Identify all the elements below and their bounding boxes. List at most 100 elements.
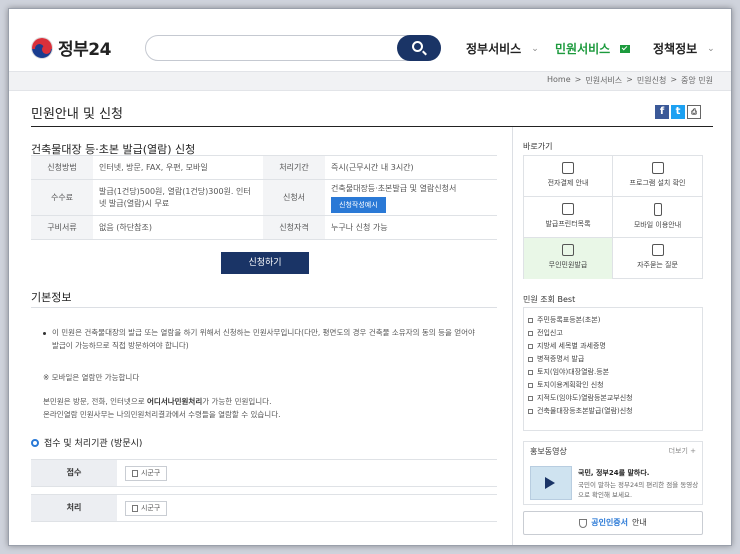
table-row: 구비서류 없음 (하단참조) 신청자격 누구나 신청 가능 (31, 215, 497, 240)
section-ring-icon (31, 438, 39, 447)
agency-tag[interactable]: 시군구 (125, 466, 168, 481)
printer-icon (562, 203, 574, 215)
table-header-cell: 신청방법 (31, 155, 93, 180)
shortcut-electronic-payment[interactable]: 전자결제 안내 (524, 156, 613, 197)
list-box-icon (528, 331, 533, 336)
table-cell: 인터넷, 방문, FAX, 우편, 모바일 (93, 155, 263, 180)
table-cell: 발급(1건당)500원, 열람(1건당)300원. 인터넷 발급(열람)시 무료 (93, 179, 263, 216)
twitter-icon[interactable]: t (671, 105, 685, 119)
list-item[interactable]: 토지이용계획확인 신청 (528, 379, 702, 392)
facebook-icon[interactable]: f (655, 105, 669, 119)
apply-button[interactable]: 신청하기 (221, 252, 309, 274)
promo-headline[interactable]: 국민, 정부24를 말하다. (578, 468, 649, 478)
table-row: 신청방법 인터넷, 방문, FAX, 우편, 모바일 처리기간 즉시(근무시간 … (31, 155, 497, 180)
list-item[interactable]: 지적도(임야도)열람등본교부신청 (528, 392, 702, 405)
promo-more-link[interactable]: 더보기 + (669, 446, 696, 456)
bullet-icon (43, 331, 46, 335)
promo-video-box: 홍보동영상 더보기 + 국민, 정부24를 말하다. 국민이 말하는 정부24의… (523, 441, 703, 505)
agency-tag[interactable]: 시군구 (125, 501, 168, 516)
basic-info-title: 기본정보 (31, 291, 72, 304)
chevron-down-icon: ⌄ (531, 43, 539, 54)
nav-policy-info[interactable]: 정책정보 ⌄ (653, 40, 715, 57)
table-header-cell: 신청서 (263, 179, 325, 216)
shortcut-faq[interactable]: 자주묻는 질문 (613, 238, 702, 279)
processing-label: 접수 (31, 460, 117, 486)
processing-row-receipt: 접수 시군구 (31, 459, 497, 487)
breadcrumb-item[interactable]: 민원서비스 (585, 75, 622, 86)
search-button[interactable] (397, 35, 441, 61)
page-title: 민원안내 및 신청 (31, 107, 123, 122)
list-item[interactable]: 토지(임야)대장열람.등본 (528, 366, 702, 379)
column-divider (512, 127, 513, 545)
shortcut-kiosk[interactable]: 무인민원발급 (524, 238, 613, 279)
taegeuk-logo-icon (31, 36, 53, 59)
list-item[interactable]: 건축물대장등초본발급(열람)신청 (528, 405, 702, 418)
browser-frame: 정부24 정부서비스 ⌄ 민원서비스 정책정보 ⌄ Home > 민원서비스 >… (8, 8, 732, 546)
search-box (145, 35, 441, 61)
chevron-down-icon: ⌄ (707, 43, 715, 54)
breadcrumb-item[interactable]: 중앙 민원 (681, 75, 713, 86)
title-divider (31, 126, 713, 127)
table-header-cell: 수수료 (31, 179, 93, 216)
share-tools: f t ⎙ (655, 105, 701, 119)
breadcrumb: Home > 민원서비스 > 민원신청 > 중앙 민원 (547, 75, 713, 86)
nav-civil-services[interactable]: 민원서비스 (555, 40, 631, 57)
list-item[interactable]: 전입신고 (528, 327, 702, 340)
site-logo[interactable]: 정부24 (31, 35, 111, 60)
chat-icon (651, 244, 664, 256)
certificate-guide-button[interactable]: 공인인증서 안내 (523, 511, 703, 535)
breadcrumb-bar: Home > 민원서비스 > 민원신청 > 중앙 민원 (9, 71, 731, 91)
best-title: 민원 조회 Best (523, 295, 576, 304)
search-icon (412, 41, 423, 52)
shortcut-program-check[interactable]: 프로그램 설치 확인 (613, 156, 702, 197)
mobile-note: ※ 모바일은 열람만 가능합니다 (43, 373, 140, 382)
site-header: 정부24 정부서비스 ⌄ 민원서비스 정책정보 ⌄ (9, 9, 731, 71)
basic-info-paragraph: 이 민원은 건축물대장의 발급 또는 열람을 하기 위해서 신청하는 민원사무입… (43, 326, 495, 352)
form-name: 건축물대장등·초본발급 및 열람신청서 (331, 183, 457, 193)
kiosk-icon (562, 244, 574, 256)
promo-description: 국민이 말하는 정부24의 편리한 점을 동영상으로 확인해 보세요. (578, 481, 699, 499)
shortcut-mobile-guide[interactable]: 모바일 이용안내 (613, 197, 702, 238)
list-item[interactable]: 병적증명서 발급 (528, 353, 702, 366)
list-box-icon (528, 344, 533, 349)
table-cell: 즉시(근무시간 내 3시간) (325, 155, 497, 180)
list-box-icon (528, 357, 533, 362)
table-header-cell: 처리기간 (263, 155, 325, 180)
download-icon (562, 162, 574, 174)
form-example-button[interactable]: 신청작성예시 (331, 196, 386, 213)
play-icon (545, 477, 555, 489)
monitor-icon (651, 162, 664, 174)
print-icon[interactable]: ⎙ (687, 105, 701, 119)
mobile-icon (653, 203, 662, 216)
shield-icon (579, 518, 588, 528)
shortcut-printer-list[interactable]: 발급프린터목록 (524, 197, 613, 238)
list-box-icon (528, 383, 533, 388)
nav-government-services[interactable]: 정부서비스 ⌄ (466, 40, 539, 57)
table-cell: 없음 (하단참조) (93, 215, 263, 240)
breadcrumb-item[interactable]: 민원신청 (637, 75, 666, 86)
list-box-icon (528, 396, 533, 401)
list-box-icon (528, 318, 533, 323)
shortcuts-grid: 전자결제 안내 프로그램 설치 확인 발급프린터목록 모바일 이용안내 무인민원… (523, 155, 703, 279)
list-box-icon (528, 409, 533, 414)
logo-text: 정부24 (58, 40, 111, 60)
search-input[interactable] (158, 40, 388, 57)
document-icon (132, 505, 138, 512)
document-icon (132, 470, 138, 477)
processing-title: 접수 및 처리기관 (방문시) (31, 436, 142, 449)
table-cell: 건축물대장등·초본발급 및 열람신청서 신청작성예시 (325, 179, 497, 216)
processing-row-handling: 처리 시군구 (31, 494, 497, 522)
list-box-icon (528, 370, 533, 375)
basic-info-paragraph-2: 본민원은 방문, 전화, 인터넷으로 어디서나민원처리가 가능한 민원입니다. … (43, 397, 281, 419)
table-header-cell: 구비서류 (31, 215, 93, 240)
table-header-cell: 신청자격 (263, 215, 325, 240)
list-item[interactable]: 주민등록표등본(초본) (528, 314, 702, 327)
list-item[interactable]: 지방세 세목별 과세증명 (528, 340, 702, 353)
breadcrumb-home[interactable]: Home (547, 75, 571, 86)
best-list: 주민등록표등본(초본) 전입신고 지방세 세목별 과세증명 병적증명서 발급 토… (523, 307, 703, 431)
service-info-table: 신청방법 인터넷, 방문, FAX, 우편, 모바일 처리기간 즉시(근무시간 … (31, 155, 497, 240)
active-check-icon (620, 44, 631, 53)
table-cell: 누구나 신청 가능 (325, 215, 497, 240)
promo-video-thumbnail[interactable] (530, 466, 572, 500)
promo-title: 홍보동영상 (530, 447, 567, 456)
